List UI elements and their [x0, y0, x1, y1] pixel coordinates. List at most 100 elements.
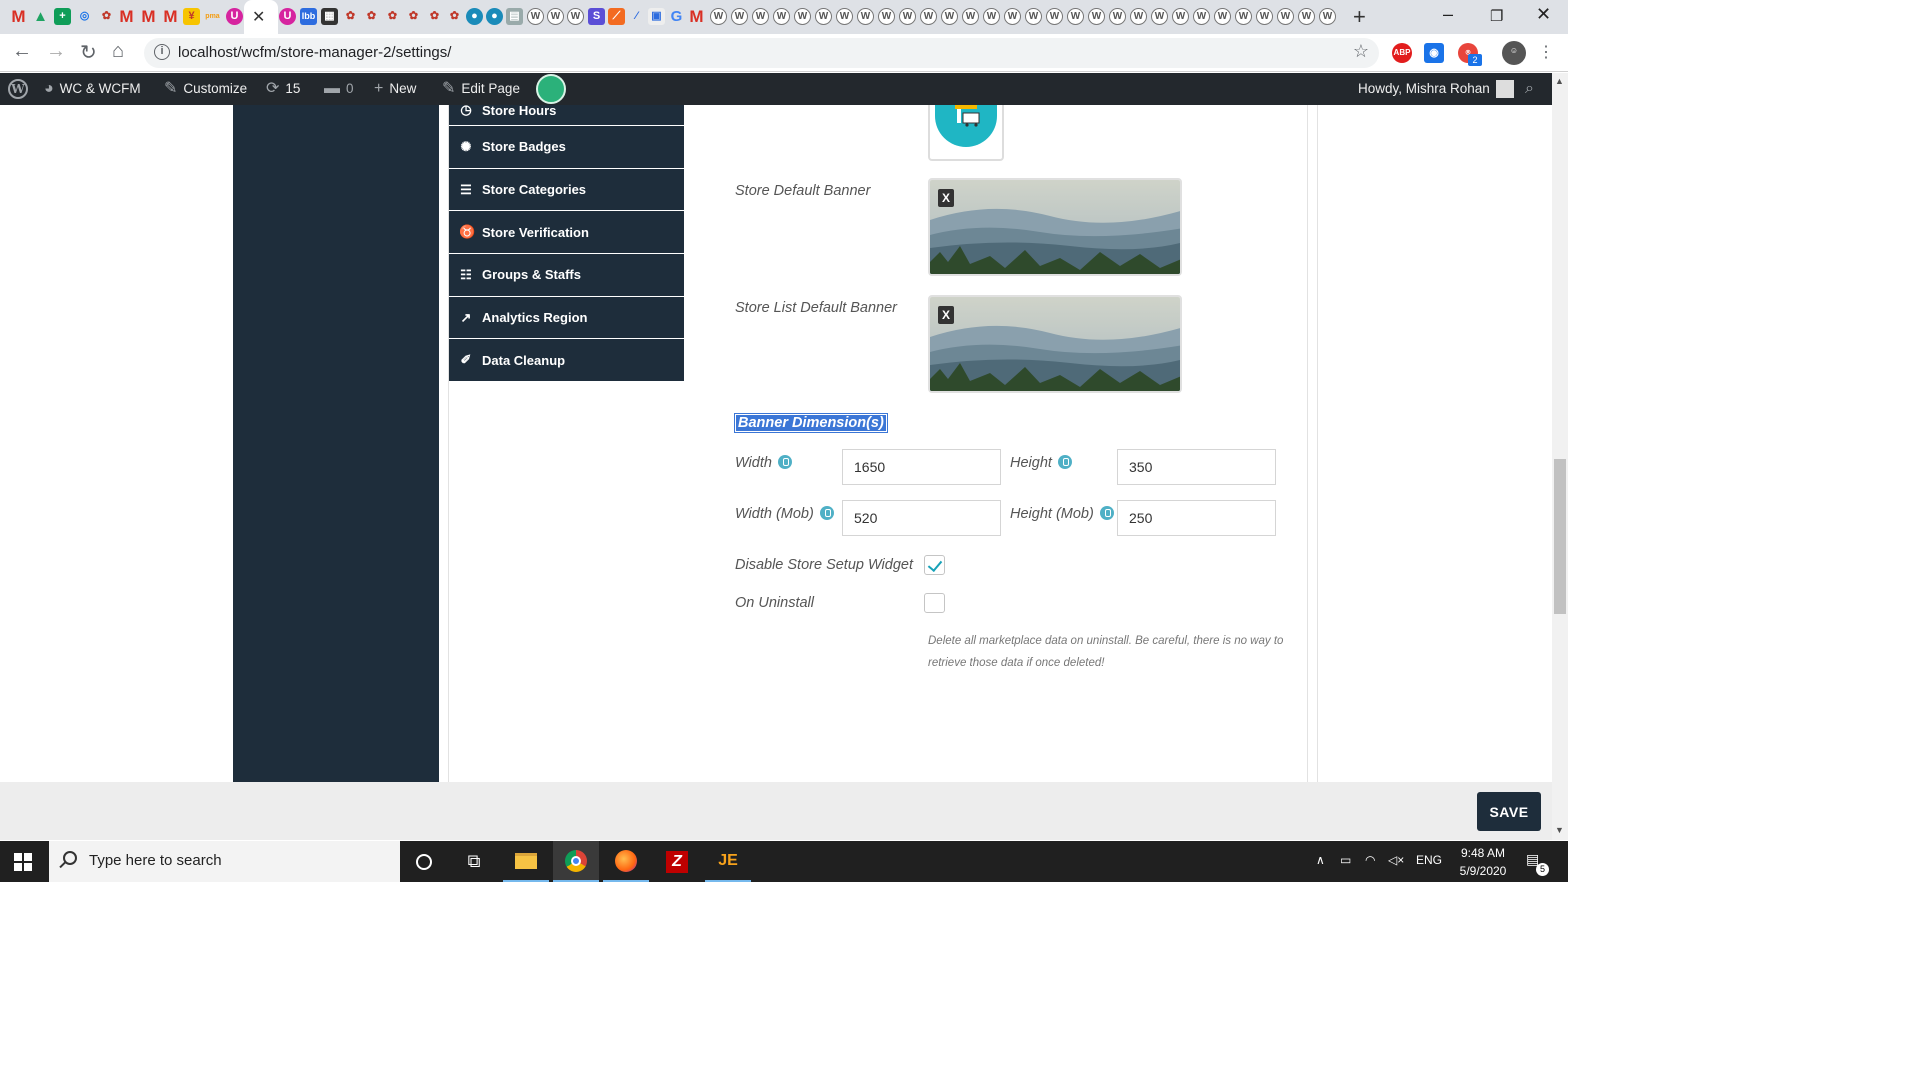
banner-width-mob-input[interactable]: 520: [842, 500, 1001, 536]
comments-link[interactable]: ▬ 0: [324, 73, 354, 105]
globe-tab-icon[interactable]: ●: [486, 8, 503, 25]
task-view-icon[interactable]: ⧉: [451, 841, 497, 882]
wordpress-tab-icon[interactable]: W: [836, 8, 853, 25]
wordpress-tab-icon[interactable]: W: [567, 8, 584, 25]
wordpress-tab-icon[interactable]: W: [1109, 8, 1126, 25]
store-default-banner-preview[interactable]: X: [928, 178, 1182, 276]
forward-icon[interactable]: →: [46, 40, 66, 63]
close-window-icon[interactable]: ✕: [1536, 4, 1551, 25]
menu-item-analytics-region[interactable]: ↗ Analytics Region: [449, 296, 684, 340]
wordpress-tab-icon[interactable]: W: [941, 8, 958, 25]
wordpress-tab-icon[interactable]: W: [1256, 8, 1273, 25]
on-uninstall-checkbox[interactable]: [924, 593, 945, 613]
flower-tab-icon[interactable]: ✿: [98, 8, 115, 25]
phpmyadmin-tab-icon[interactable]: pma: [204, 8, 221, 25]
wordpress-tab-icon[interactable]: W: [547, 8, 564, 25]
u-tab-icon[interactable]: U: [279, 8, 296, 25]
wordpress-tab-icon[interactable]: W: [1235, 8, 1252, 25]
help-icon[interactable]: [1099, 506, 1114, 521]
sheets-tab-icon[interactable]: +: [54, 8, 71, 25]
blue-tab-icon[interactable]: ⁄: [628, 8, 645, 25]
wordpress-tab-icon[interactable]: W: [1130, 8, 1147, 25]
banner-height-input[interactable]: 350: [1117, 449, 1276, 485]
screenshot-extension-icon[interactable]: ◉: [1424, 43, 1444, 63]
remove-banner-button[interactable]: X: [938, 189, 954, 207]
disable-store-setup-widget-checkbox[interactable]: [924, 555, 945, 575]
edit-page-link[interactable]: ✎ Edit Page: [442, 73, 520, 105]
chrome-taskbar-icon[interactable]: [553, 841, 599, 882]
browser-menu-icon[interactable]: ⋮: [1538, 42, 1554, 62]
language-indicator[interactable]: ENG: [1416, 853, 1442, 867]
wordpress-tab-icon[interactable]: W: [752, 8, 769, 25]
menu-item-groups-staffs[interactable]: ☷ Groups & Staffs: [449, 254, 684, 297]
menu-item-store-categories[interactable]: ☰ Store Categories: [449, 168, 684, 212]
google-tab-icon[interactable]: G: [668, 8, 685, 25]
remove-banner-button[interactable]: X: [938, 306, 954, 324]
show-hidden-icons[interactable]: ∧: [1316, 853, 1325, 867]
wordpress-tab-icon[interactable]: W: [794, 8, 811, 25]
help-icon[interactable]: [819, 506, 834, 521]
wordpress-tab-icon[interactable]: W: [1004, 8, 1021, 25]
wp-logo-menu[interactable]: W: [8, 73, 28, 105]
save-button[interactable]: SAVE: [1477, 792, 1541, 831]
wordpress-tab-icon[interactable]: W: [1214, 8, 1231, 25]
u-tab-icon[interactable]: U: [226, 8, 243, 25]
back-icon[interactable]: ←: [12, 40, 32, 63]
flower-tab-icon[interactable]: ✿: [384, 8, 401, 25]
yen-tab-icon[interactable]: ¥: [183, 8, 200, 25]
wordpress-tab-icon[interactable]: W: [710, 8, 727, 25]
filezilla-taskbar-icon[interactable]: Z: [654, 841, 700, 882]
wordpress-tab-icon[interactable]: W: [1319, 8, 1336, 25]
flower-tab-icon[interactable]: ✿: [446, 8, 463, 25]
volume-muted-icon[interactable]: ◁×: [1388, 853, 1404, 867]
menu-item-store-verification[interactable]: ♉ Store Verification: [449, 211, 684, 255]
url-text[interactable]: localhost/wcfm/store-manager-2/settings/: [178, 44, 451, 61]
banner-width-input[interactable]: 1650: [842, 449, 1001, 485]
wordpress-tab-icon[interactable]: W: [920, 8, 937, 25]
site-info-icon[interactable]: i: [154, 44, 170, 60]
battery-icon[interactable]: ▭: [1340, 853, 1351, 867]
reload-icon[interactable]: ↻: [80, 40, 97, 65]
globe-tab-icon[interactable]: ●: [466, 8, 483, 25]
wordpress-tab-icon[interactable]: W: [1193, 8, 1210, 25]
page-tab-icon[interactable]: ▣: [648, 8, 665, 25]
my-account-menu[interactable]: Howdy, Mishra Rohan: [1358, 73, 1514, 105]
adblock-extension-icon[interactable]: ABP: [1392, 43, 1412, 63]
gmail-tab-icon[interactable]: M: [118, 8, 135, 25]
menu-item-store-badges[interactable]: ✺ Store Badges: [449, 126, 684, 169]
menu-item-data-cleanup[interactable]: ✐ Data Cleanup: [449, 339, 684, 383]
new-tab-button[interactable]: +: [1353, 4, 1366, 30]
site-name-menu[interactable]: ◕ WC & WCFM: [44, 73, 141, 105]
flower-tab-icon[interactable]: ✿: [405, 8, 422, 25]
wordpress-tab-icon[interactable]: W: [527, 8, 544, 25]
wordpress-tab-icon[interactable]: W: [1298, 8, 1315, 25]
wordpress-tab-icon[interactable]: W: [962, 8, 979, 25]
doc-tab-icon[interactable]: ▤: [506, 8, 523, 25]
jetbrains-taskbar-icon[interactable]: JE: [705, 841, 751, 882]
close-tab-icon[interactable]: ✕: [252, 7, 265, 27]
cortana-icon[interactable]: [401, 841, 447, 882]
scroll-down-icon[interactable]: ▼: [1555, 825, 1564, 835]
bookmark-star-icon[interactable]: ☆: [1353, 41, 1369, 62]
home-icon[interactable]: ⌂: [112, 40, 124, 63]
orange-tab-icon[interactable]: ⟋: [608, 8, 625, 25]
drive-tab-icon[interactable]: ▲: [32, 8, 49, 25]
maximize-icon[interactable]: ❐: [1490, 7, 1503, 25]
gmail-tab-icon[interactable]: M: [140, 8, 157, 25]
flower-tab-icon[interactable]: ✿: [426, 8, 443, 25]
flower-tab-icon[interactable]: ✿: [342, 8, 359, 25]
wordpress-tab-icon[interactable]: W: [1067, 8, 1084, 25]
wordpress-tab-icon[interactable]: W: [1277, 8, 1294, 25]
windows-start-button[interactable]: [14, 853, 32, 871]
page-scrollbar[interactable]: ▲ ▼: [1552, 73, 1568, 840]
wordpress-tab-icon[interactable]: W: [773, 8, 790, 25]
store-logo-badge[interactable]: [536, 74, 566, 104]
wordpress-tab-icon[interactable]: W: [1088, 8, 1105, 25]
profile-avatar[interactable]: ☺: [1502, 41, 1526, 65]
customize-link[interactable]: ✎ Customize: [164, 73, 247, 105]
taskbar-clock[interactable]: 9:48 AM 5/9/2020: [1450, 844, 1516, 880]
s-tab-icon[interactable]: S: [588, 8, 605, 25]
wordpress-tab-icon[interactable]: W: [1046, 8, 1063, 25]
wordpress-tab-icon[interactable]: W: [815, 8, 832, 25]
help-icon[interactable]: [1057, 455, 1072, 470]
